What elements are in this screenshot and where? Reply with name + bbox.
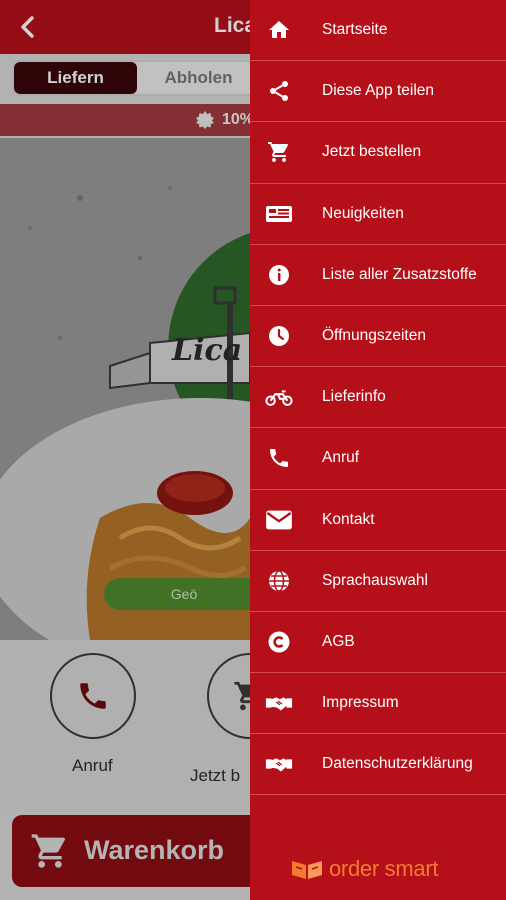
order-smart-logo-icon	[292, 861, 322, 879]
menu-item-share[interactable]: Diese App teilen	[250, 61, 506, 123]
menu-item-label: Diese App teilen	[322, 82, 435, 100]
menu-item-label: Öffnungszeiten	[322, 327, 426, 345]
handshake-icon	[264, 690, 294, 716]
order-smart-logo: order smart	[290, 856, 438, 882]
motorbike-icon	[264, 384, 294, 410]
mail-icon	[264, 507, 294, 533]
menu-item-label: Liste aller Zusatzstoffe	[322, 265, 477, 283]
menu-item-home[interactable]: Startseite	[250, 0, 506, 62]
menu-item-language[interactable]: Sprachauswahl	[250, 551, 506, 612]
handshake-icon	[264, 751, 294, 777]
menu-item-delivery-info[interactable]: Lieferinfo	[250, 367, 506, 429]
menu-item-contact[interactable]: Kontakt	[250, 490, 506, 551]
brand-name: order smart	[329, 856, 439, 881]
menu-item-label: Neuigkeiten	[322, 204, 404, 222]
menu-item-privacy[interactable]: Datenschutzerklärung	[250, 734, 506, 796]
menu-item-additives[interactable]: Liste aller Zusatzstoffe	[250, 245, 506, 306]
copyright-icon	[264, 629, 294, 655]
menu-item-label: Lieferinfo	[322, 388, 386, 406]
menu-item-label: Anruf	[322, 449, 360, 467]
news-icon	[264, 201, 294, 227]
phone-icon	[264, 445, 294, 471]
share-icon	[264, 78, 294, 104]
menu-item-label: Jetzt bestellen	[322, 143, 422, 161]
clock-icon	[264, 323, 294, 349]
menu-item-call[interactable]: Anruf	[250, 428, 506, 490]
menu-item-label: Datenschutzerklärung	[322, 755, 473, 773]
menu-item-label: Impressum	[322, 694, 399, 712]
menu-item-label: AGB	[322, 632, 355, 650]
info-icon	[264, 262, 294, 288]
menu-item-news[interactable]: Neuigkeiten	[250, 184, 506, 245]
menu-item-order[interactable]: Jetzt bestellen	[250, 122, 506, 184]
home-icon	[264, 17, 294, 43]
cart-icon	[264, 139, 294, 165]
menu-item-label: Sprachauswahl	[322, 571, 428, 589]
menu-item-terms[interactable]: AGB	[250, 612, 506, 674]
menu-item-label: Startseite	[322, 21, 388, 39]
navigation-drawer: Startseite Diese App teilen Jetzt bestel…	[250, 0, 506, 900]
menu-item-opening-hours[interactable]: Öffnungszeiten	[250, 306, 506, 368]
menu-item-label: Kontakt	[322, 510, 375, 528]
globe-icon	[264, 568, 294, 594]
menu-item-imprint[interactable]: Impressum	[250, 673, 506, 735]
